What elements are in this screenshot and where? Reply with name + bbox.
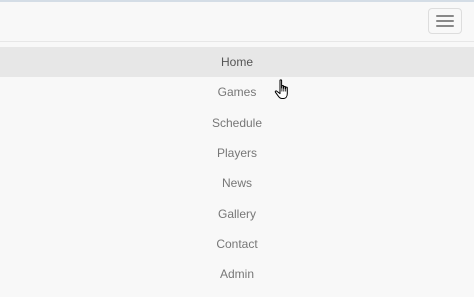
navbar-header	[0, 2, 474, 42]
page: Home Games Schedule Players News Gallery…	[0, 0, 474, 297]
icon-bar	[436, 25, 454, 27]
icon-bar	[436, 20, 454, 22]
nav-item-players[interactable]: Players	[0, 138, 474, 168]
nav-item-schedule[interactable]: Schedule	[0, 108, 474, 138]
nav-item-news[interactable]: News	[0, 168, 474, 198]
hamburger-menu-icon	[436, 15, 454, 27]
nav-menu: Home Games Schedule Players News Gallery…	[0, 42, 474, 289]
nav-item-gallery[interactable]: Gallery	[0, 198, 474, 228]
nav-item-admin[interactable]: Admin	[0, 259, 474, 289]
nav-item-contact[interactable]: Contact	[0, 229, 474, 259]
nav-item-games[interactable]: Games	[0, 77, 474, 107]
icon-bar	[436, 15, 454, 17]
navbar-toggle-button[interactable]	[428, 8, 462, 34]
nav-item-home[interactable]: Home	[0, 47, 474, 78]
